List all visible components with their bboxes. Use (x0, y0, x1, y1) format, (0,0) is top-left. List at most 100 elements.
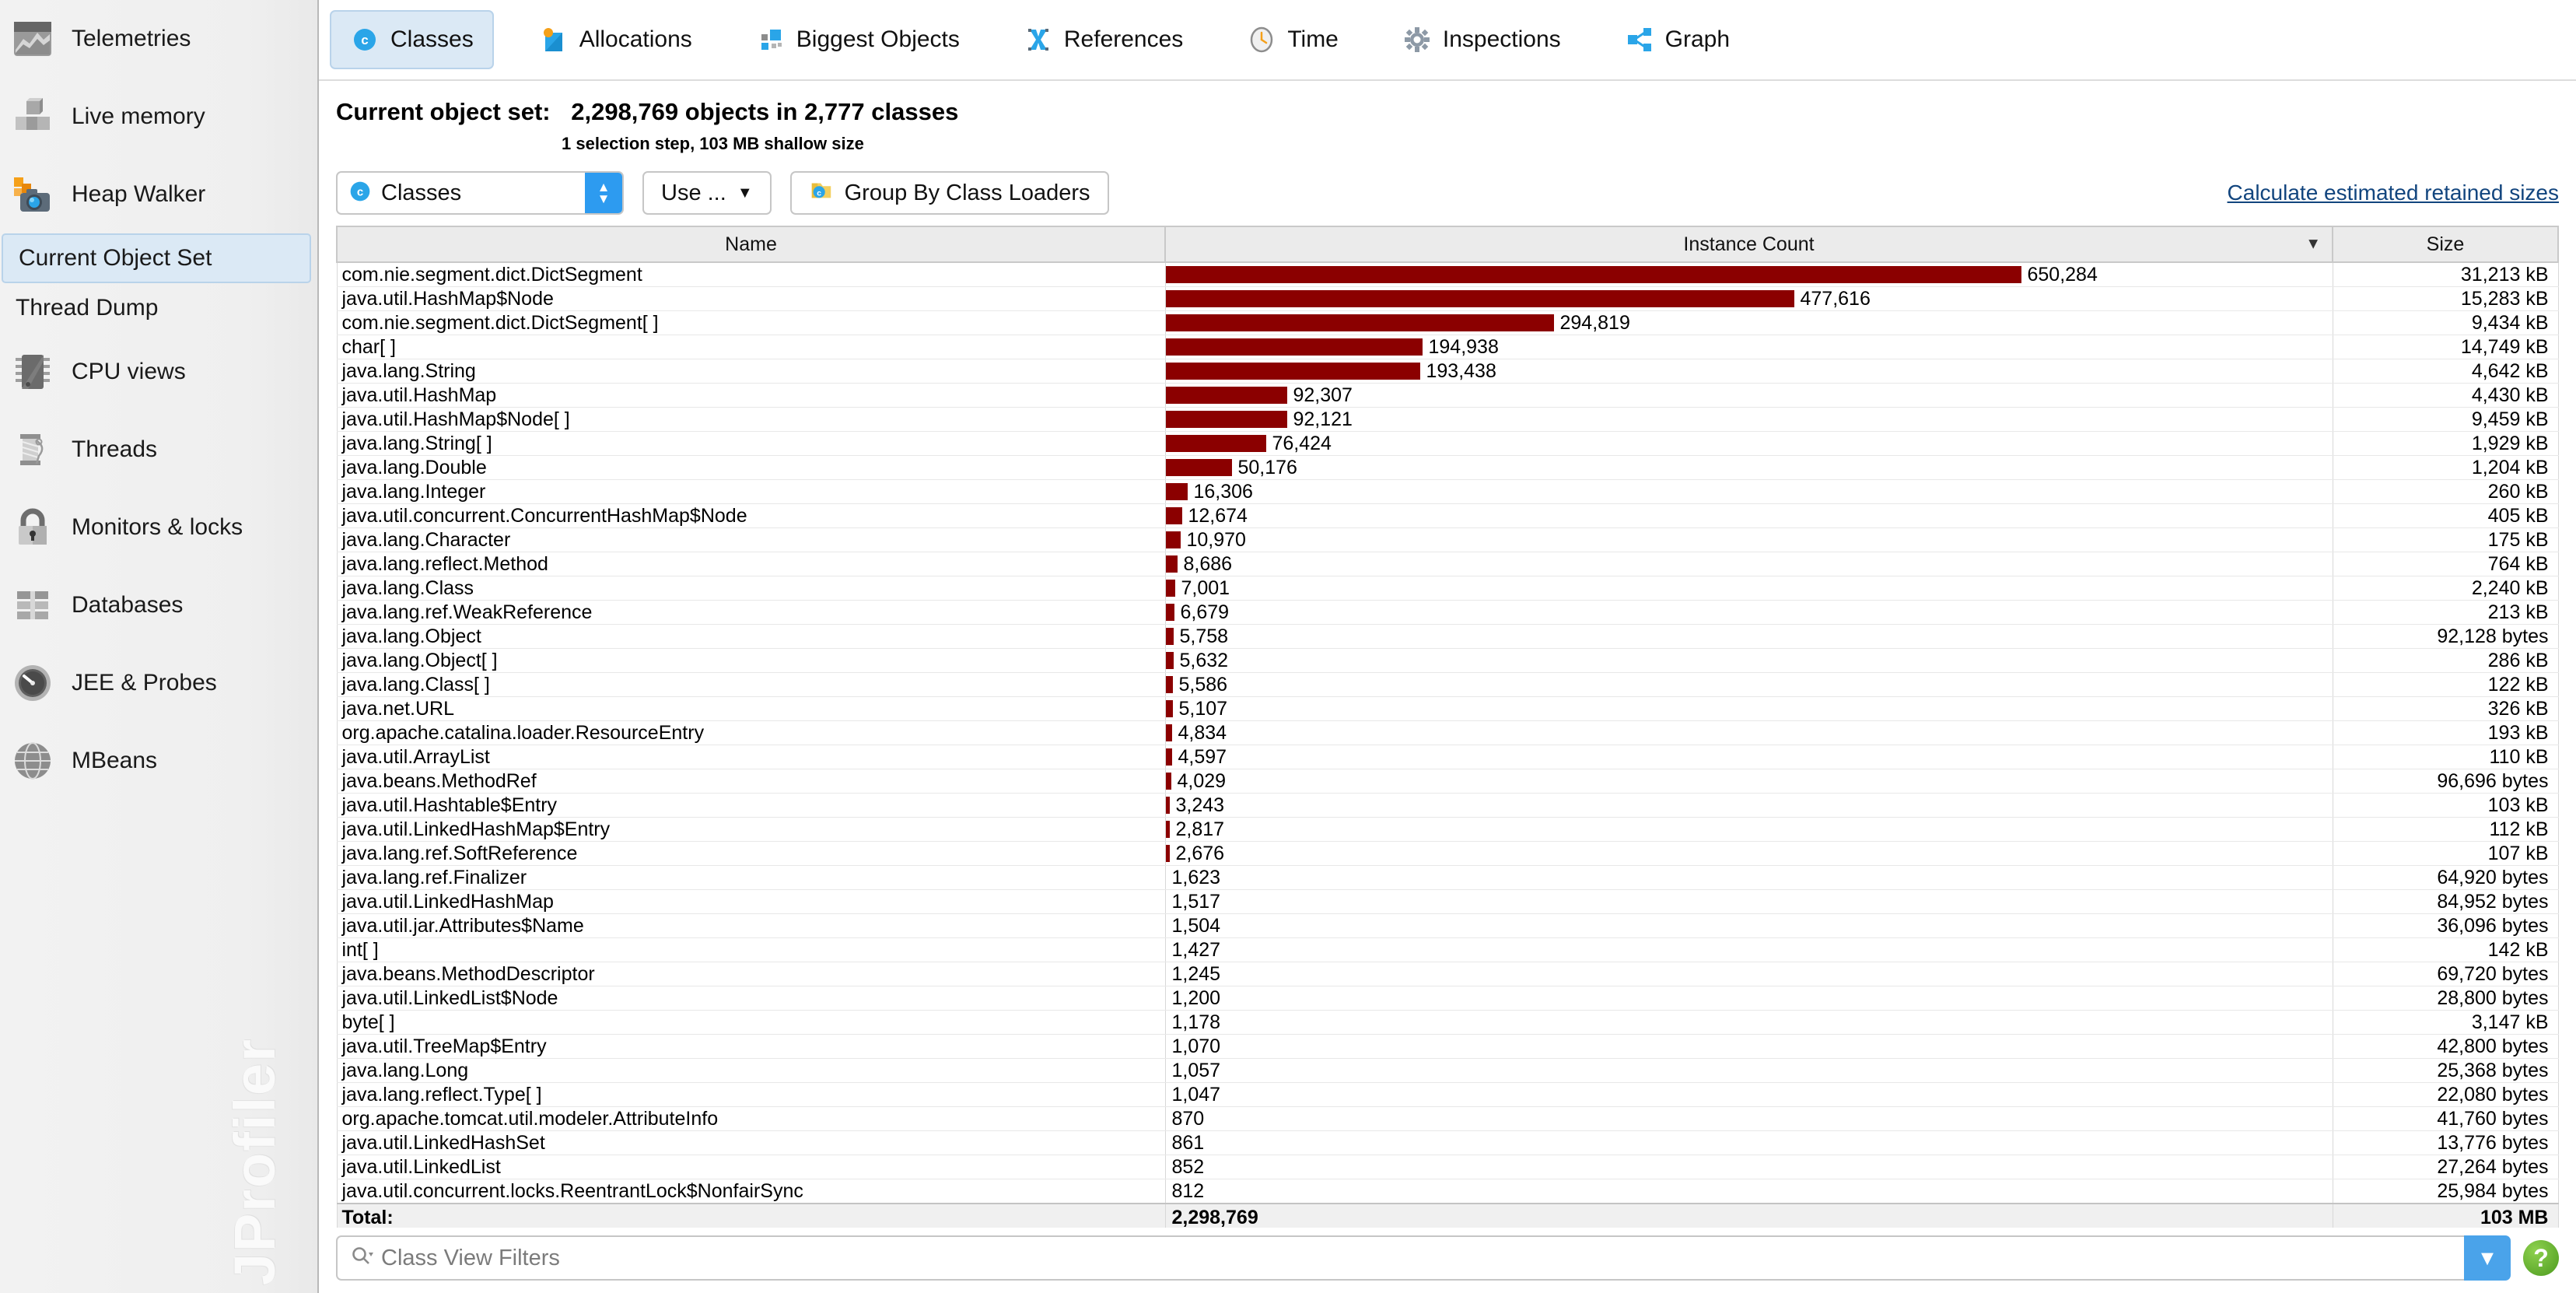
use-button[interactable]: Use ... ▼ (642, 171, 772, 215)
column-header-size[interactable]: Size (2332, 226, 2559, 263)
filter-dropdown-button[interactable]: ▼ (2464, 1235, 2511, 1281)
table-row[interactable]: java.util.LinkedHashMap$Entry 2,817 112 kB (336, 817, 2559, 842)
table-row[interactable]: java.lang.ref.SoftReference 2,676 107 kB (336, 841, 2559, 866)
column-header-instance-count[interactable]: Instance Count ▼ (1164, 226, 2333, 263)
table-row[interactable]: java.util.ArrayList 4,597 110 kB (336, 745, 2559, 769)
cell-instance-count: 1,517 (1165, 889, 2333, 914)
table-row[interactable]: java.lang.String[ ] 76,424 1,929 kB (336, 431, 2559, 456)
cell-instance-count: 650,284 (1165, 262, 2333, 287)
table-row[interactable]: com.nie.segment.dict.DictSegment[ ] 294,8… (336, 310, 2559, 335)
table-row[interactable]: java.lang.Object[ ] 5,632 286 kB (336, 648, 2559, 673)
live-memory-icon (11, 95, 54, 138)
table-row[interactable]: java.util.concurrent.ConcurrentHashMap$N… (336, 503, 2559, 528)
instance-count-value: 92,121 (1293, 408, 1353, 430)
table-row[interactable]: int[ ] 1,427 142 kB (336, 937, 2559, 962)
table-row[interactable]: java.lang.ref.WeakReference 6,679 213 kB (336, 600, 2559, 625)
table-row[interactable]: com.nie.segment.dict.DictSegment 650,284 3… (336, 262, 2559, 287)
table-row[interactable]: java.lang.Class[ ] 5,586 122 kB (336, 672, 2559, 697)
cell-class-name: java.lang.Integer (336, 479, 1166, 504)
table-row[interactable]: java.util.Hashtable$Entry 3,243 103 kB (336, 793, 2559, 818)
cell-size: 84,952 bytes (2333, 889, 2559, 914)
sidebar-item-cpu-views[interactable]: CPU views (0, 333, 317, 411)
tab-time[interactable]: Time (1228, 10, 1357, 69)
tab-biggest-objects[interactable]: Biggest Objects (737, 10, 978, 69)
sidebar-item-databases[interactable]: Databases (0, 566, 317, 644)
tab-allocations[interactable]: Allocations (520, 10, 711, 69)
table-row[interactable]: java.beans.MethodRef 4,029 96,696 bytes (336, 769, 2559, 794)
table-row[interactable]: java.lang.Character 10,970 175 kB (336, 527, 2559, 552)
sidebar-item-heap-walker[interactable]: Heap Walker (0, 156, 317, 233)
table-row[interactable]: java.util.HashMap 92,307 4,430 kB (336, 383, 2559, 408)
instance-count-value: 294,819 (1559, 311, 1630, 334)
table-row[interactable]: java.lang.Class 7,001 2,240 kB (336, 576, 2559, 601)
table-row[interactable]: java.beans.MethodDescriptor 1,245 69,720 b… (336, 962, 2559, 986)
cell-size: 36,096 bytes (2333, 913, 2559, 938)
instance-count-value: 1,178 (1171, 1011, 1221, 1033)
cell-class-name: java.lang.reflect.Method (336, 552, 1166, 576)
table-row[interactable]: java.lang.Long 1,057 25,368 bytes (336, 1058, 2559, 1083)
cell-size: 27,264 bytes (2333, 1155, 2559, 1179)
instance-count-bar (1165, 845, 1170, 862)
instance-count-value: 812 (1171, 1179, 1205, 1202)
instance-count-bar (1165, 724, 1172, 741)
aggregation-level-select[interactable]: c Classes ▲ ▼ (336, 171, 624, 215)
table-row[interactable]: java.lang.ref.Finalizer 1,623 64,920 bytes (336, 865, 2559, 890)
sidebar-item-jee-probes[interactable]: JEE & Probes (0, 644, 317, 722)
object-set-label: Current object set: (336, 98, 551, 125)
table-row[interactable]: java.net.URL 5,107 326 kB (336, 696, 2559, 721)
group-by-class-loaders-button[interactable]: c Group By Class Loaders (789, 171, 1109, 215)
table-row[interactable]: java.util.LinkedList 852 27,264 bytes (336, 1155, 2559, 1179)
cell-size: 96,696 bytes (2333, 769, 2559, 794)
table-row[interactable]: java.util.TreeMap$Entry 1,070 42,800 bytes (336, 1034, 2559, 1059)
table-row[interactable]: java.util.HashMap$Node[ ] 92,121 9,459 kB (336, 407, 2559, 432)
sidebar-item-threads[interactable]: Threads (0, 411, 317, 489)
sidebar-item-monitors-locks[interactable]: Monitors & locks (0, 489, 317, 566)
jprofiler-watermark: JProfiler (222, 1037, 287, 1285)
table-row[interactable]: java.lang.reflect.Type[ ] 1,047 22,080 byt… (336, 1082, 2559, 1107)
sidebar-item-live-memory[interactable]: Live memory (0, 78, 317, 156)
database-icon (11, 583, 54, 627)
telemetries-icon (11, 17, 54, 61)
cell-class-name: java.util.concurrent.locks.ReentrantLock… (336, 1179, 1166, 1204)
cell-instance-count: 294,819 (1165, 310, 2333, 335)
cell-instance-count: 5,107 (1165, 696, 2333, 721)
instance-count-bar (1165, 700, 1173, 717)
table-row[interactable]: java.util.HashMap$Node 477,616 15,283 kB (336, 286, 2559, 311)
help-button[interactable]: ? (2523, 1240, 2559, 1276)
table-row[interactable]: java.lang.Double 50,176 1,204 kB (336, 455, 2559, 480)
instance-count-bar (1165, 387, 1287, 404)
cell-instance-count: 5,586 (1165, 672, 2333, 697)
table-row[interactable]: org.apache.tomcat.util.modeler.Attribute… (336, 1106, 2559, 1131)
cell-class-name: java.beans.MethodRef (336, 769, 1166, 794)
table-row[interactable]: java.lang.String 193,438 4,642 kB (336, 359, 2559, 384)
cell-instance-count: 92,307 (1165, 383, 2333, 408)
tab-references[interactable]: References (1005, 10, 1202, 69)
sidebar-item-telemetries[interactable]: Telemetries (0, 0, 317, 78)
table-row[interactable]: char[ ] 194,938 14,749 kB (336, 335, 2559, 359)
cell-class-name: java.util.HashMap$Node (336, 286, 1166, 311)
instance-count-bar (1165, 314, 1554, 331)
tab-classes[interactable]: c Classes (330, 10, 494, 69)
table-row[interactable]: java.lang.Integer 16,306 260 kB (336, 479, 2559, 504)
table-row[interactable]: java.util.jar.Attributes$Name 1,504 36,096… (336, 913, 2559, 938)
table-row[interactable]: java.util.concurrent.locks.ReentrantLock… (336, 1179, 2559, 1204)
cell-size: 764 kB (2333, 552, 2559, 576)
instance-count-value: 4,597 (1178, 745, 1227, 768)
calculate-retained-sizes-link[interactable]: Calculate estimated retained sizes (2228, 180, 2559, 205)
table-row[interactable]: java.util.LinkedHashSet 861 13,776 bytes (336, 1130, 2559, 1155)
table-row[interactable]: java.lang.reflect.Method 8,686 764 kB (336, 552, 2559, 576)
sidebar-item-mbeans[interactable]: MBeans (0, 722, 317, 800)
table-row[interactable]: java.lang.Object 5,758 92,128 bytes (336, 624, 2559, 649)
sidebar-item-current-object-set[interactable]: Current Object Set (2, 233, 311, 283)
table-row[interactable]: java.util.LinkedList$Node 1,200 28,800 byt… (336, 986, 2559, 1011)
table-row[interactable]: java.util.LinkedHashMap 1,517 84,952 bytes (336, 889, 2559, 914)
cell-instance-count: 3,243 (1165, 793, 2333, 818)
instance-count-bar (1165, 459, 1232, 476)
table-row[interactable]: org.apache.catalina.loader.ResourceEntry… (336, 720, 2559, 745)
tab-inspections[interactable]: Inspections (1384, 10, 1580, 69)
table-row[interactable]: byte[ ] 1,178 3,147 kB (336, 1010, 2559, 1035)
tab-graph[interactable]: Graph (1606, 10, 1748, 69)
column-header-name[interactable]: Name (336, 226, 1166, 263)
sidebar-item-thread-dump[interactable]: Thread Dump (0, 283, 311, 333)
class-view-filter-input[interactable]: Class View Filters (336, 1235, 2464, 1281)
